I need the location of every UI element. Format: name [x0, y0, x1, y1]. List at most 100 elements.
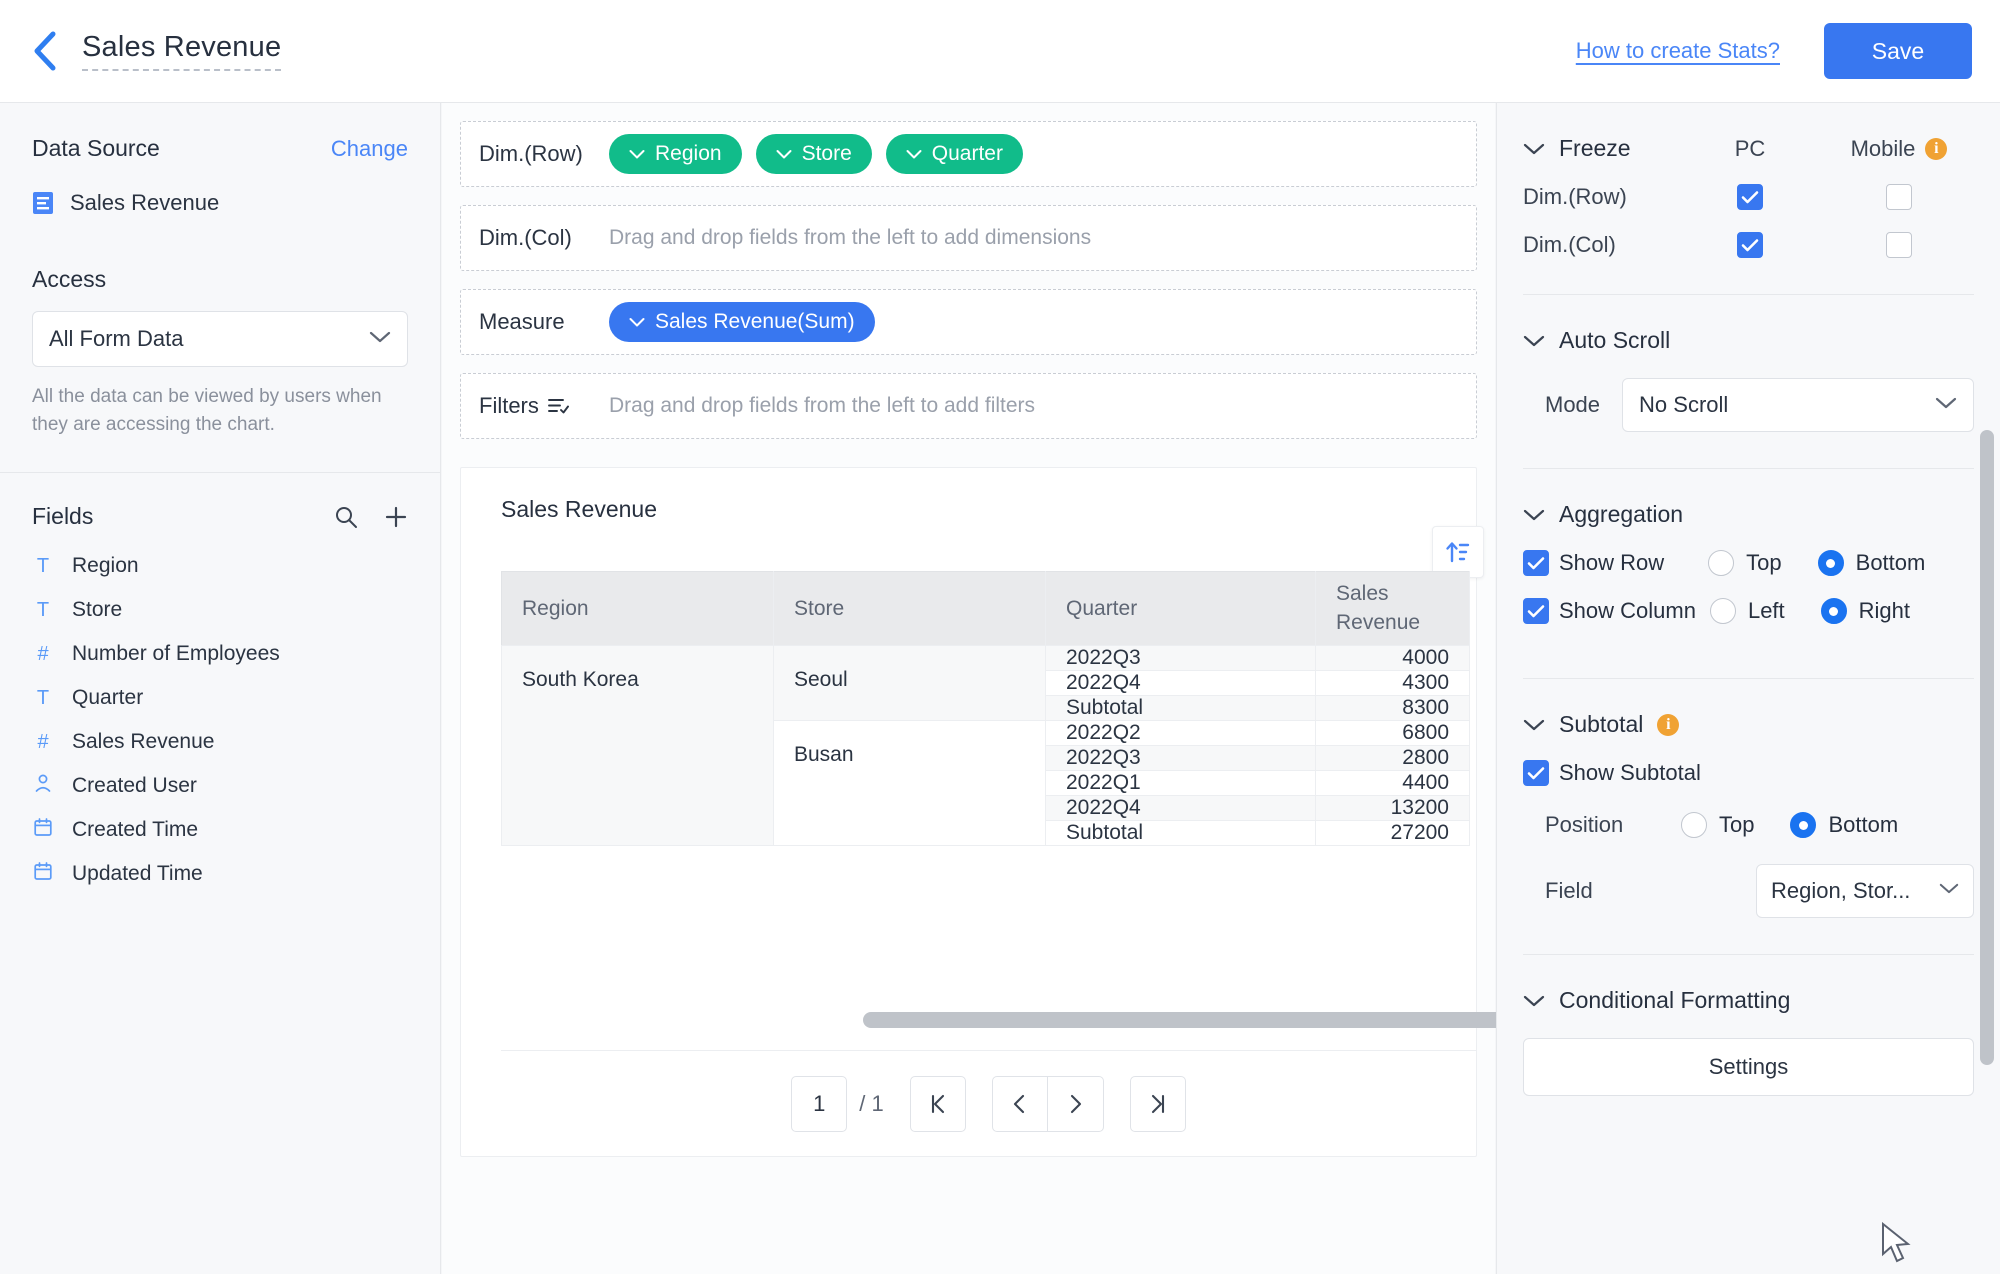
cell-quarter: 2022Q3 [1045, 745, 1316, 771]
plus-icon[interactable] [384, 505, 408, 529]
next-page-button[interactable] [1047, 1075, 1104, 1132]
field-item-sales-revenue[interactable]: # Sales Revenue [32, 724, 408, 760]
cell-value: 27200 [1315, 820, 1470, 846]
show-subtotal-checkbox[interactable] [1523, 760, 1549, 786]
show-column-checkbox[interactable] [1523, 598, 1549, 624]
info-icon[interactable]: i [1657, 713, 1680, 736]
dim-row-chip-region[interactable]: Region [609, 134, 742, 174]
data-source-header: Data Source Change [32, 103, 408, 162]
field-item-store[interactable]: T Store [32, 592, 408, 628]
field-item-region[interactable]: T Region [32, 548, 408, 584]
chevron-down-icon [1523, 335, 1545, 346]
column-header-region[interactable]: Region [501, 571, 774, 646]
auto-scroll-section-header[interactable]: Auto Scroll [1523, 295, 1974, 354]
access-select[interactable]: All Form Data [32, 311, 408, 367]
freeze-dim-row-mobile-checkbox[interactable] [1886, 184, 1912, 210]
page-title[interactable]: Sales Revenue [82, 31, 282, 71]
freeze-row-dim-row: Dim.(Row) [1523, 184, 1974, 210]
dim-row-chip-store[interactable]: Store [755, 134, 872, 174]
conditional-formatting-settings-button[interactable]: Settings [1523, 1038, 1974, 1096]
chevron-down-icon [1523, 995, 1545, 1006]
table-header-row: Region Store Quarter Sales Revenue [501, 571, 1470, 646]
freeze-section-header[interactable]: Freeze PC Mobile i [1523, 103, 1974, 162]
dim-row-chip-quarter[interactable]: Quarter [885, 134, 1023, 174]
column-header-sales-revenue[interactable]: Sales Revenue [1315, 571, 1470, 646]
freeze-col-mobile-label: Mobile [1850, 135, 1916, 161]
freeze-dim-row-pc-checkbox[interactable] [1737, 184, 1763, 210]
field-item-created-time[interactable]: Created Time [32, 812, 408, 848]
chip-label: Region [655, 142, 722, 165]
calendar-icon [34, 862, 52, 880]
first-page-button[interactable] [909, 1075, 966, 1132]
subtotal-position-top-radio[interactable] [1681, 812, 1707, 838]
page-number-input[interactable] [791, 1075, 848, 1132]
auto-scroll-mode-select[interactable]: No Scroll [1622, 378, 1974, 432]
conditional-formatting-section-header[interactable]: Conditional Formatting [1523, 955, 1974, 1014]
search-icon[interactable] [334, 505, 358, 529]
text-icon: T [36, 554, 50, 577]
subtotal-section-header[interactable]: Subtotal i [1523, 679, 1974, 738]
aggregation-row-bottom-radio[interactable] [1817, 550, 1844, 576]
save-button[interactable]: Save [1824, 23, 1972, 79]
check-icon [1527, 605, 1545, 618]
dim-col-dropzone[interactable]: Dim.(Col) Drag and drop fields from the … [460, 205, 1477, 271]
cell-store: Seoul [773, 645, 1046, 721]
cell-value: 4400 [1315, 770, 1470, 796]
subtotal-label: Subtotal [1559, 711, 1644, 737]
subtotal-field-value: Region, Stor... [1771, 878, 1911, 903]
subtotal-position-row: Position Top Bottom [1523, 812, 1974, 838]
subtotal-show-row: Show Subtotal [1523, 760, 1974, 786]
freeze-dim-col-pc-checkbox[interactable] [1737, 232, 1763, 258]
aggregation-row-top-radio[interactable] [1708, 550, 1735, 576]
info-icon[interactable]: i [1925, 137, 1948, 160]
filters-label: Filters [479, 393, 539, 418]
measure-dropzone[interactable]: Measure Sales Revenue(Sum) [460, 289, 1477, 355]
dim-col-label: Dim.(Col) [479, 225, 572, 250]
cell-value: 2800 [1315, 745, 1470, 771]
field-item-quarter[interactable]: T Quarter [32, 680, 408, 716]
measure-chip-sales-revenue-sum[interactable]: Sales Revenue(Sum) [609, 302, 875, 342]
field-item-updated-time[interactable]: Updated Time [32, 856, 408, 892]
pivot-table-scroll[interactable]: Region Store Quarter Sales Revenue South… [501, 571, 1476, 1017]
field-item-number-of-employees[interactable]: # Number of Employees [32, 636, 408, 672]
prev-page-button[interactable] [991, 1075, 1048, 1132]
number-icon: # [37, 642, 49, 665]
field-item-created-user[interactable]: Created User [32, 768, 408, 804]
dim-row-dropzone[interactable]: Dim.(Row) Region Store Quarter [460, 121, 1477, 187]
subtotal-position-bottom-radio[interactable] [1790, 812, 1817, 838]
preview-title: Sales Revenue [501, 496, 657, 522]
cell-value: 6800 [1315, 720, 1470, 746]
cell-quarter: 2022Q3 [1045, 645, 1316, 671]
how-to-create-stats-link[interactable]: How to create Stats? [1576, 38, 1780, 64]
fields-label: Fields [32, 503, 94, 530]
chevron-down-icon [629, 149, 645, 158]
fields-header: Fields [32, 473, 408, 530]
chevron-down-icon [1935, 396, 1957, 415]
data-source-item[interactable]: Sales Revenue [32, 190, 408, 216]
chevron-down-icon [1523, 719, 1545, 730]
panel-vertical-scrollbar[interactable] [1980, 430, 1994, 1065]
subtotal-field-select[interactable]: Region, Stor... [1756, 864, 1974, 918]
table-horizontal-scrollbar[interactable] [501, 1012, 1823, 1028]
show-row-checkbox[interactable] [1523, 550, 1549, 576]
subtotal-field-label: Field [1545, 878, 1593, 903]
dim-col-placeholder: Drag and drop fields from the left to ad… [609, 226, 1092, 249]
freeze-row-dim-col: Dim.(Col) [1523, 232, 1974, 258]
show-subtotal-label: Show Subtotal [1559, 760, 1701, 785]
aggregation-col-right-radio[interactable] [1820, 598, 1847, 624]
aggregation-show-row: Show Row Top Bottom [1523, 550, 1974, 576]
last-page-button[interactable] [1129, 1075, 1186, 1132]
change-data-source-link[interactable]: Change [331, 136, 408, 162]
filters-dropzone[interactable]: Filters Drag and drop fields from the le… [460, 373, 1477, 439]
top-bar: Sales Revenue How to create Stats? Save [0, 0, 2000, 103]
access-hint: All the data can be viewed by users when… [32, 386, 382, 435]
aggregation-section-header[interactable]: Aggregation [1523, 469, 1974, 528]
preview-card: Sales Revenue Region Store Quarter Sales… [460, 467, 1823, 1157]
column-header-store[interactable]: Store [773, 571, 1046, 646]
column-header-quarter[interactable]: Quarter [1045, 571, 1316, 646]
check-icon [1527, 767, 1545, 780]
number-icon: # [37, 730, 49, 753]
aggregation-col-left-radio[interactable] [1709, 598, 1736, 624]
back-button[interactable] [22, 28, 68, 74]
freeze-dim-col-mobile-checkbox[interactable] [1886, 232, 1912, 258]
